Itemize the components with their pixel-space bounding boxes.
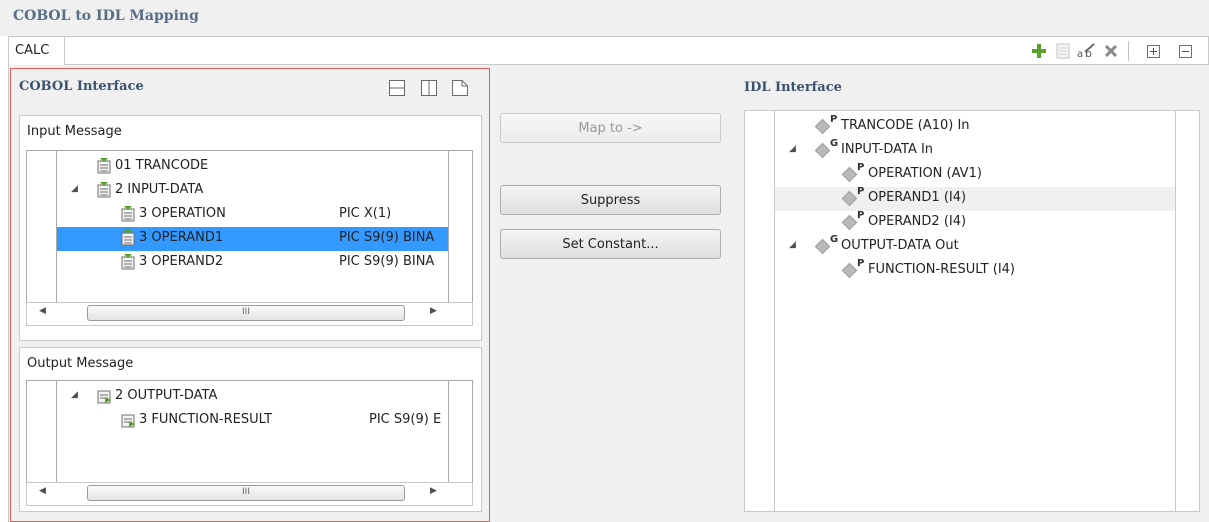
tree-row[interactable]: P FUNCTION-RESULT (I4): [775, 258, 1175, 283]
idl-field-label: OPERAND2 (I4): [868, 214, 967, 229]
parameter-type-badge: P: [857, 210, 865, 221]
add-icon[interactable]: [1029, 42, 1049, 60]
tab-calc[interactable]: CALC: [8, 36, 65, 65]
field-name: 3 OPERAND2: [139, 254, 224, 269]
field-name: 3 OPERATION: [139, 206, 226, 221]
idl-tree-gutter: [744, 110, 774, 512]
field-pic: PIC S9(9) E: [369, 412, 442, 427]
group-icon: [814, 142, 831, 159]
output-horizontal-scrollbar[interactable]: ◀ III ▶: [26, 482, 473, 506]
collapse-all-icon[interactable]: [1175, 42, 1195, 60]
cobol-output-group-icon: [95, 387, 113, 405]
copy-icon[interactable]: [1053, 42, 1073, 60]
expand-triangle-icon[interactable]: ◢: [71, 184, 78, 194]
parameter-icon: [841, 214, 858, 231]
group-icon: [814, 238, 831, 255]
parameter-icon: [814, 118, 831, 135]
cobol-field-icon: [119, 253, 137, 271]
field-name: 2 OUTPUT-DATA: [115, 388, 218, 403]
expand-all-icon[interactable]: [1143, 42, 1163, 60]
expand-triangle-icon[interactable]: ◢: [789, 240, 796, 250]
input-message-label: Input Message: [27, 124, 122, 139]
scroll-thumb[interactable]: III: [87, 305, 405, 321]
parameter-type-badge: P: [830, 114, 838, 125]
single-layout-icon[interactable]: [452, 80, 468, 96]
input-tree-vscroll-gutter: [449, 150, 473, 320]
editor-title: COBOL to IDL Mapping: [13, 8, 199, 24]
scroll-left-icon[interactable]: ◀: [39, 486, 46, 496]
horizontal-layout-icon[interactable]: [389, 80, 405, 96]
parameter-type-badge: P: [857, 162, 865, 173]
field-name: 2 INPUT-DATA: [115, 182, 204, 197]
tree-row[interactable]: P TRANCODE (A10) In: [775, 114, 1175, 139]
tree-row[interactable]: 01 TRANCODE: [57, 155, 448, 179]
tree-row[interactable]: P OPERAND2 (I4): [775, 210, 1175, 235]
set-constant-button[interactable]: Set Constant...: [500, 229, 721, 259]
cobol-field-icon: [95, 157, 113, 175]
input-message-tree[interactable]: 01 TRANCODE ◢ 2 INPUT-DATA 3 OPERATION P…: [56, 150, 449, 320]
idl-interface-title: IDL Interface: [744, 80, 842, 95]
output-message-label: Output Message: [27, 356, 134, 371]
scroll-right-icon[interactable]: ▶: [430, 306, 437, 316]
toolbar-separator: [1128, 41, 1129, 61]
field-pic: PIC S9(9) BINA: [339, 254, 435, 269]
parameter-type-badge: P: [857, 258, 865, 269]
idl-interface-tree[interactable]: P TRANCODE (A10) In ◢ G INPUT-DATA In P …: [774, 110, 1176, 512]
cobol-field-icon: [119, 205, 137, 223]
tree-row[interactable]: ◢ 2 INPUT-DATA: [57, 179, 448, 203]
parameter-icon: [841, 262, 858, 279]
svg-text:a: a: [1077, 49, 1083, 59]
tree-row-highlighted[interactable]: P OPERAND1 (I4): [775, 186, 1175, 211]
suppress-button[interactable]: Suppress: [500, 185, 721, 215]
group-type-badge: G: [830, 234, 839, 245]
idl-tree-vscroll-gutter: [1176, 110, 1200, 512]
idl-field-label: OUTPUT-DATA Out: [841, 238, 959, 253]
input-horizontal-scrollbar[interactable]: ◀ III ▶: [26, 302, 473, 326]
vertical-layout-icon[interactable]: [421, 80, 437, 96]
tree-row[interactable]: ◢ 2 OUTPUT-DATA: [57, 385, 448, 409]
tree-row-selected[interactable]: 3 OPERAND1 PIC S9(9) BINA: [57, 227, 448, 251]
field-name: 3 FUNCTION-RESULT: [139, 412, 273, 427]
cobol-output-field-icon: [119, 411, 137, 429]
group-type-badge: G: [830, 138, 839, 149]
tree-row[interactable]: 3 OPERAND2 PIC S9(9) BINA: [57, 251, 448, 275]
field-pic: PIC S9(9) BINA: [339, 230, 435, 245]
rename-icon[interactable]: ab: [1077, 42, 1097, 60]
idl-field-label: INPUT-DATA In: [841, 142, 934, 157]
expand-triangle-icon[interactable]: ◢: [789, 144, 796, 154]
idl-field-label: TRANCODE (A10) In: [841, 118, 970, 133]
scroll-right-icon[interactable]: ▶: [430, 486, 437, 496]
idl-field-label: OPERAND1 (I4): [868, 190, 967, 205]
input-tree-gutter: [26, 150, 56, 320]
delete-icon[interactable]: [1101, 42, 1121, 60]
idl-field-label: FUNCTION-RESULT (I4): [868, 262, 1016, 277]
field-name: 3 OPERAND1: [139, 230, 224, 245]
field-name: 01 TRANCODE: [115, 158, 209, 173]
cobol-interface-title: COBOL Interface: [19, 79, 144, 94]
field-pic: PIC X(1): [339, 206, 392, 221]
idl-field-label: OPERATION (AV1): [868, 166, 982, 181]
parameter-icon: [841, 190, 858, 207]
tree-row[interactable]: ◢ G INPUT-DATA In: [775, 138, 1175, 163]
scroll-left-icon[interactable]: ◀: [39, 306, 46, 316]
cobol-field-icon: [119, 229, 137, 247]
scroll-thumb[interactable]: III: [87, 485, 405, 501]
tree-row[interactable]: ◢ G OUTPUT-DATA Out: [775, 234, 1175, 259]
parameter-icon: [841, 166, 858, 183]
tree-row[interactable]: P OPERATION (AV1): [775, 162, 1175, 187]
map-to-button[interactable]: Map to ->: [500, 113, 721, 143]
expand-triangle-icon[interactable]: ◢: [71, 390, 78, 400]
tree-row[interactable]: 3 FUNCTION-RESULT PIC S9(9) E: [57, 409, 448, 433]
tree-row[interactable]: 3 OPERATION PIC X(1): [57, 203, 448, 227]
cobol-group-icon: [95, 181, 113, 199]
parameter-type-badge: P: [857, 186, 865, 197]
